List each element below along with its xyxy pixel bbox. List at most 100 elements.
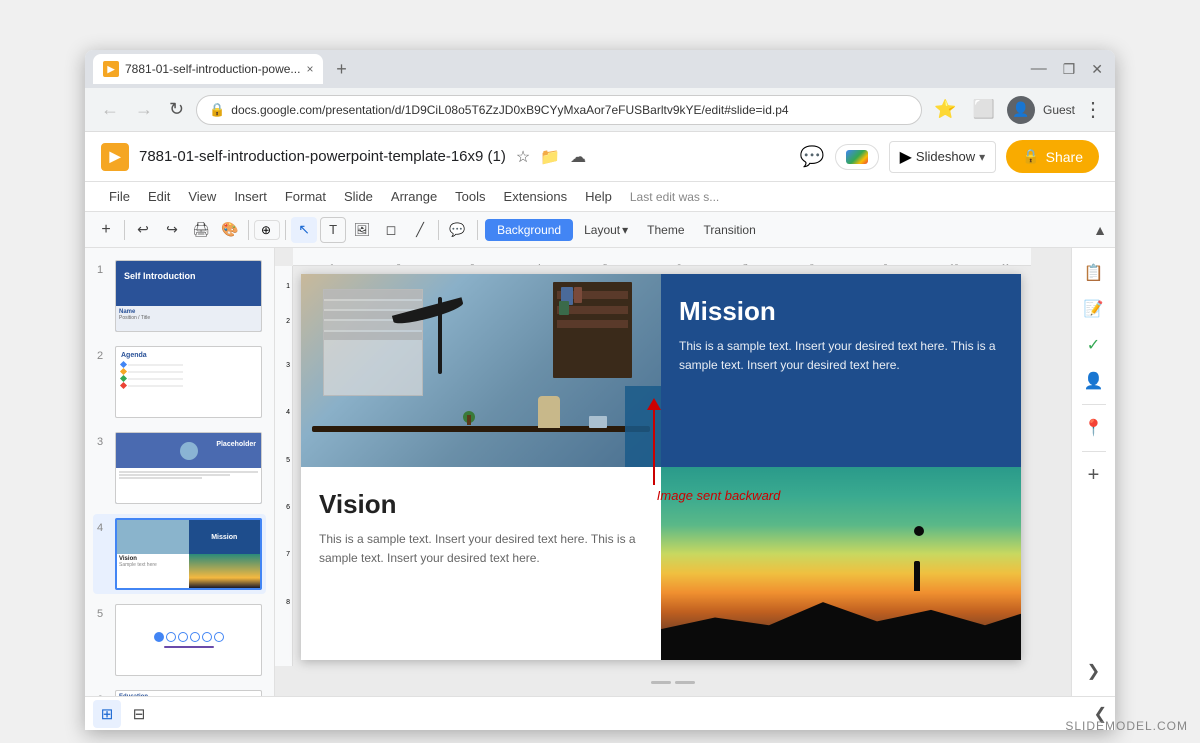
zoom-control[interactable]: ⊕ (254, 220, 280, 240)
collapse-toolbar-btn[interactable]: ▲ (1093, 222, 1107, 238)
bookmark-icon[interactable]: ⭐ (930, 95, 960, 124)
comment-icon[interactable]: 💬 (800, 144, 825, 169)
undo-btn[interactable]: ↩ (130, 217, 156, 243)
window-min-btn[interactable]: — (1027, 56, 1051, 82)
watermark: SLIDEMODEL.COM (1065, 719, 1188, 733)
window-controls: — ❐ ✕ (1027, 56, 1107, 82)
sidebar-contacts-icon[interactable]: 👤 (1077, 364, 1111, 398)
slide-thumb-2[interactable]: 2 Agenda (93, 342, 266, 422)
comment-tool[interactable]: 💬 (444, 217, 470, 243)
divider-3 (285, 220, 286, 240)
scroll-indicator (651, 681, 695, 684)
window-max-btn[interactable]: ❐ (1059, 57, 1080, 82)
slide-img-4: Mission Vision Sample text here (115, 518, 262, 590)
star-icon[interactable]: ☆ (516, 147, 530, 167)
slideshow-label: Slideshow (916, 149, 975, 164)
divider-4 (438, 220, 439, 240)
url-text: docs.google.com/presentation/d/1D9CiL08o… (231, 103, 788, 117)
select-tool[interactable]: ↖ (291, 217, 317, 243)
slide-img-1: Self Introduction Name Position / Title (115, 260, 262, 332)
slide-thumb-6[interactable]: 6 Education (93, 686, 266, 696)
layout-btn[interactable]: Layout ▾ (576, 219, 636, 241)
canvas-area: 1 2 3 4 5 6 7 8 9 10 11 1 2 3 (275, 248, 1071, 696)
toolbar: + ↩ ↪ 🖨 🎨 ⊕ ↖ T 🖼 ◻ ╱ 💬 Background Layou… (85, 212, 1115, 248)
print-btn[interactable]: 🖨 (188, 217, 214, 243)
background-btn[interactable]: Background (485, 219, 573, 241)
browser-window: ▶ 7881-01-self-introduction-powe... × + … (85, 50, 1115, 730)
tab-search-icon[interactable]: ⬜ (969, 95, 999, 124)
person-silhouette (914, 561, 920, 591)
menu-extensions[interactable]: Extensions (496, 185, 576, 208)
tab-title: 7881-01-self-introduction-powe... (125, 62, 300, 76)
grid-view-btn[interactable]: ⊞ (93, 700, 121, 728)
sidebar-divider (1082, 404, 1106, 405)
menu-arrange[interactable]: Arrange (383, 185, 445, 208)
window-close-btn[interactable]: ✕ (1087, 57, 1107, 82)
address-bar: ← → ↻ 🔒 docs.google.com/presentation/d/1… (85, 88, 1115, 132)
menu-slide[interactable]: Slide (336, 185, 381, 208)
list-view-btn[interactable]: ⊟ (125, 700, 153, 728)
cloud-icon[interactable]: ☁ (570, 147, 586, 167)
image-tool[interactable]: 🖼 (349, 217, 375, 243)
sidebar-notes-icon[interactable]: 📝 (1077, 292, 1111, 326)
sidebar-add-btn[interactable]: + (1077, 458, 1111, 492)
menu-file[interactable]: File (101, 185, 138, 208)
slide-thumb-3[interactable]: 3 Placeholder (93, 428, 266, 508)
url-bar[interactable]: 🔒 docs.google.com/presentation/d/1D9CiL0… (196, 95, 922, 125)
sidebar-expand-btn[interactable]: ❯ (1077, 654, 1111, 688)
active-tab[interactable]: ▶ 7881-01-self-introduction-powe... × (93, 54, 323, 84)
mission-title: Mission (679, 296, 1003, 327)
slide-img-6: Education (115, 690, 262, 696)
slide-thumb-5[interactable]: 5 (93, 600, 266, 680)
menu-format[interactable]: Format (277, 185, 334, 208)
divider-2 (248, 220, 249, 240)
menu-view[interactable]: View (180, 185, 224, 208)
vision-text: This is a sample text. Insert your desir… (319, 530, 643, 567)
menu-dots[interactable]: ⋮ (1083, 97, 1103, 122)
redo-btn[interactable]: ↪ (159, 217, 185, 243)
tab-close-btn[interactable]: × (306, 62, 313, 76)
slide-thumb-4[interactable]: 4 Mission Vision Sample text here (93, 514, 266, 594)
bottom-bar: ⊞ ⊟ ❮ (85, 696, 1115, 730)
slide-num-6: 6 (97, 694, 109, 696)
share-label: Share (1046, 149, 1083, 165)
share-lock-icon: 🔒 (1022, 148, 1039, 165)
doc-title[interactable]: 7881-01-self-introduction-powerpoint-tem… (139, 148, 506, 165)
textbox-tool[interactable]: T (320, 217, 346, 243)
slide-canvas[interactable]: Mission This is a sample text. Insert yo… (301, 274, 1021, 660)
line-tool[interactable]: ╱ (407, 217, 433, 243)
sidebar-maps-icon[interactable]: 📍 (1077, 411, 1111, 445)
menu-help[interactable]: Help (577, 185, 620, 208)
layout-label: Layout (584, 223, 620, 237)
profile-icon[interactable]: 👤 (1007, 96, 1035, 124)
slide-br-quadrant (661, 467, 1021, 660)
new-tab-btn[interactable]: + (327, 55, 355, 83)
folder-icon[interactable]: 📁 (540, 147, 560, 167)
slideshow-dropdown[interactable]: ▾ (979, 150, 985, 164)
ruler-left: 1 2 3 4 5 6 7 8 (275, 266, 293, 666)
menu-tools[interactable]: Tools (447, 185, 493, 208)
add-btn[interactable]: + (93, 217, 119, 243)
forward-btn[interactable]: → (131, 95, 157, 124)
slide-thumb-1[interactable]: 1 Self Introduction Name Position / Titl… (93, 256, 266, 336)
right-sidebar: 📋 📝 ✓ 👤 📍 + ❯ (1071, 248, 1115, 696)
meet-btn[interactable] (835, 144, 879, 170)
shape-tool[interactable]: ◻ (378, 217, 404, 243)
slide-panel[interactable]: 1 Self Introduction Name Position / Titl… (85, 248, 275, 696)
slideshow-btn[interactable]: ▶ Slideshow ▾ (889, 141, 997, 173)
share-btn[interactable]: 🔒 Share (1006, 140, 1099, 173)
refresh-btn[interactable]: ↻ (165, 95, 188, 124)
sidebar-tasks-icon[interactable]: ✓ (1077, 328, 1111, 362)
menu-edit[interactable]: Edit (140, 185, 178, 208)
paint-format-btn[interactable]: 🎨 (217, 217, 243, 243)
slide-img-2: Agenda (115, 346, 262, 418)
back-btn[interactable]: ← (97, 95, 123, 124)
transition-btn[interactable]: Transition (696, 219, 764, 241)
slide-num-4: 4 (97, 522, 109, 534)
mission-text: This is a sample text. Insert your desir… (679, 337, 1003, 374)
meet-icon (846, 150, 868, 164)
slide-tl-quadrant (301, 274, 661, 467)
theme-btn[interactable]: Theme (639, 219, 692, 241)
menu-insert[interactable]: Insert (226, 185, 275, 208)
sidebar-docs-icon[interactable]: 📋 (1077, 256, 1111, 290)
